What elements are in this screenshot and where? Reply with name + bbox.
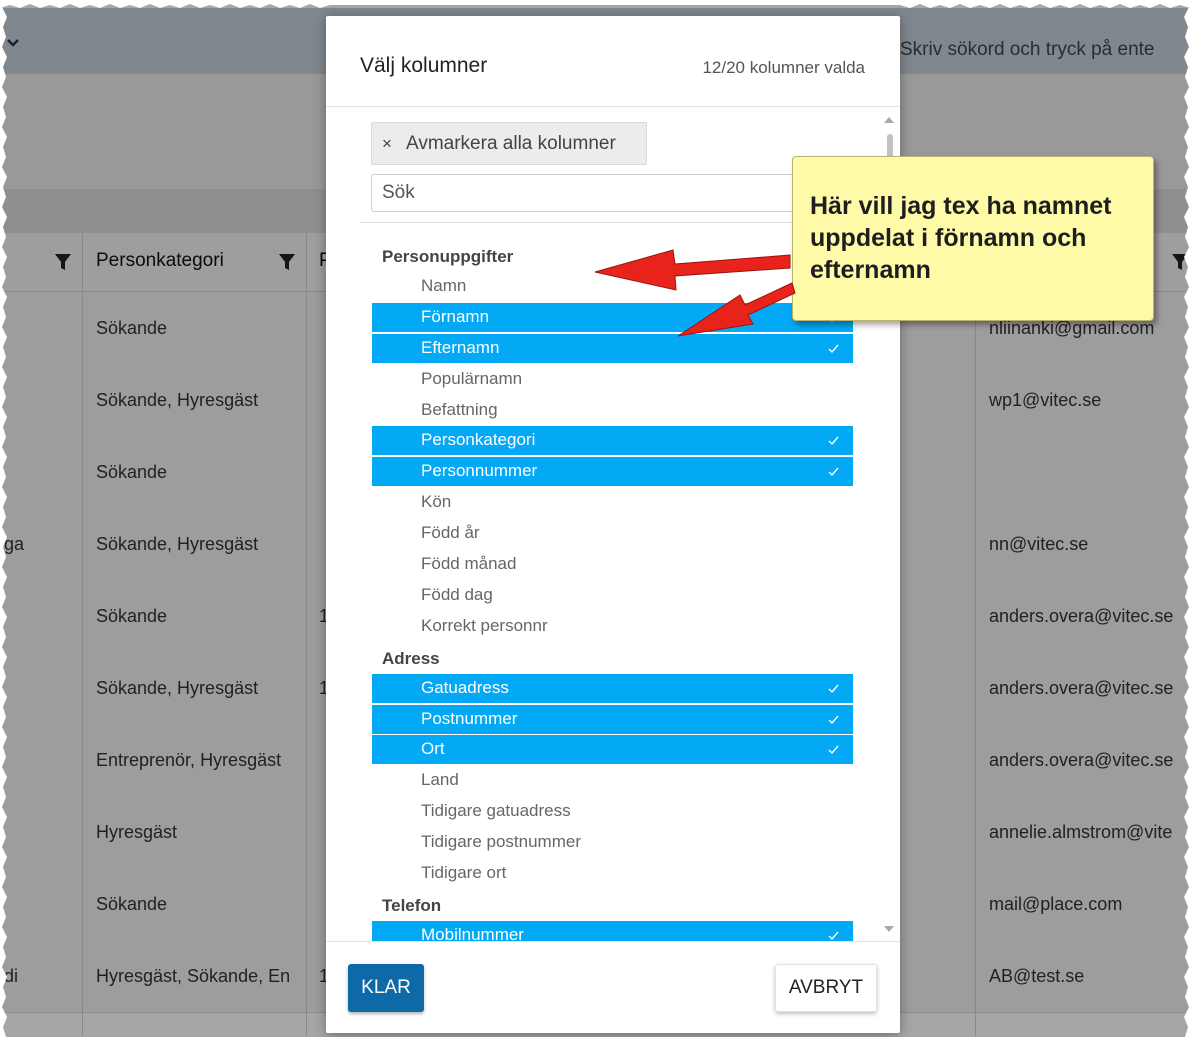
deselect-all-button[interactable]: × Avmarkera alla kolumner: [371, 122, 647, 165]
column-option-label: Mobilnummer: [421, 924, 524, 941]
divider: [326, 941, 900, 942]
column-option-label: Korrekt personnr: [421, 615, 548, 635]
column-option-label: Populärnamn: [421, 368, 523, 388]
check-icon: [828, 436, 839, 446]
column-option[interactable]: Populärnamn: [372, 365, 853, 394]
dialog-title: Välj kolumner: [360, 54, 488, 77]
column-option-label: Land: [421, 770, 459, 790]
column-option[interactable]: Förnamn: [372, 302, 853, 332]
column-option[interactable]: Land: [372, 766, 853, 795]
deselect-all-label: Avmarkera alla kolumner: [406, 133, 616, 154]
column-option-label: Född år: [421, 523, 480, 543]
column-option[interactable]: Född dag: [372, 581, 853, 610]
check-icon: [828, 931, 839, 940]
divider: [326, 106, 900, 107]
column-option[interactable]: Tidigare ort: [372, 859, 853, 888]
check-icon: [828, 344, 839, 353]
column-option[interactable]: Korrekt personnr: [372, 612, 853, 641]
column-option[interactable]: Gatuadress: [372, 673, 853, 703]
column-option[interactable]: Tidigare gatuadress: [372, 797, 853, 826]
column-option-label: Kön: [421, 492, 452, 512]
column-option[interactable]: Befattning: [372, 396, 853, 425]
scroll-down-arrow-icon[interactable]: [884, 926, 894, 932]
column-option-label: Tidigare postnummer: [421, 832, 581, 852]
column-option-label: Född dag: [421, 584, 493, 604]
column-option-label: Född månad: [421, 554, 517, 573]
column-option[interactable]: Personnummer: [372, 457, 853, 487]
column-option-label: Personnummer: [421, 461, 538, 481]
done-button[interactable]: KLAR: [348, 964, 424, 1012]
column-option-label: Efternamn: [421, 337, 500, 357]
column-group-title: Telefon: [382, 895, 442, 915]
column-option[interactable]: Ort: [372, 735, 853, 765]
column-option-label: Tidigare gatuadress: [421, 801, 571, 821]
column-option[interactable]: Född månad: [372, 550, 853, 579]
column-option[interactable]: Personkategori: [372, 426, 853, 456]
column-option[interactable]: Efternamn: [372, 333, 853, 363]
close-icon: ×: [382, 134, 392, 153]
column-search-input[interactable]: [371, 174, 811, 212]
scroll-up-arrow-icon[interactable]: [884, 117, 894, 123]
column-group-title: Adress: [382, 648, 440, 668]
column-option-label: Ort: [421, 739, 445, 759]
column-option[interactable]: Kön: [372, 488, 853, 517]
column-option-label: Förnamn: [421, 306, 490, 326]
annotation-callout: Här vill jag tex ha namnet uppdelat i fö…: [792, 156, 1154, 321]
column-option-label: Gatuadress: [421, 677, 509, 697]
selected-columns-count: 12/20 kolumner valda: [702, 58, 865, 77]
check-icon: [828, 684, 839, 693]
check-icon: [828, 745, 839, 755]
column-option[interactable]: Postnummer: [372, 704, 853, 734]
divider: [360, 222, 850, 223]
column-option[interactable]: Tidigare postnummer: [372, 828, 853, 857]
column-list: Personuppgifter Namn Förnamn Efternamn Popul…: [372, 236, 853, 941]
column-option[interactable]: Mobilnummer: [372, 920, 853, 941]
column-option-label: Namn: [421, 275, 467, 295]
column-option-label: Befattning: [421, 399, 498, 419]
column-option[interactable]: Namn: [372, 272, 853, 301]
check-icon: [828, 467, 839, 477]
cancel-button[interactable]: AVBRYT: [775, 964, 877, 1012]
column-option-label: Postnummer: [421, 708, 518, 728]
column-group-title: Personuppgifter: [382, 247, 514, 266]
column-option[interactable]: Född år: [372, 519, 853, 548]
column-option-label: Personkategori: [421, 430, 536, 450]
check-icon: [828, 715, 839, 724]
annotation-text: Här vill jag tex ha namnet uppdelat i fö…: [810, 192, 1112, 284]
column-option-label: Tidigare ort: [421, 863, 507, 882]
